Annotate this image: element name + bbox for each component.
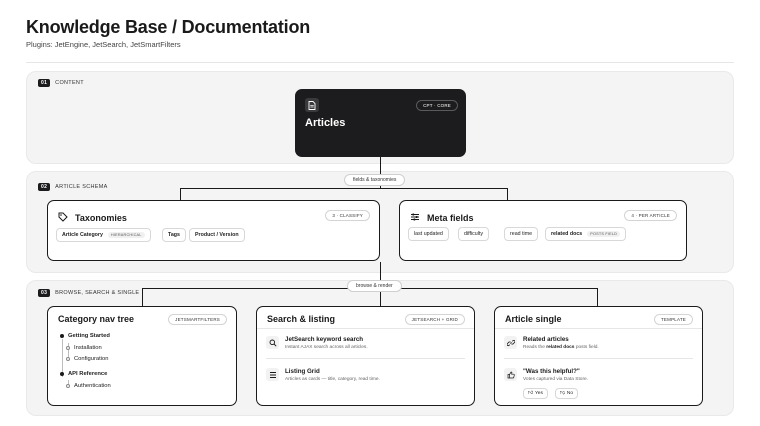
chip-label: related docs [551, 231, 583, 237]
category-nav-tree-node[interactable]: Category nav tree JETSMARTFILTERS Gettin… [47, 306, 237, 406]
page-subtitle: Plugins: JetEngine, JetSearch, JetSmartF… [26, 40, 181, 49]
header-divider [26, 62, 734, 63]
chip-label: Product / Version [195, 232, 239, 238]
taxonomies-node[interactable]: Taxonomies 3 · CLASSIFY Article Category… [47, 200, 380, 261]
thumbs-up-icon [504, 368, 517, 381]
tree-item-installation[interactable]: Installation [66, 345, 102, 351]
search-title: Search & listing [267, 314, 336, 324]
tree-item-label: Installation [74, 345, 102, 351]
article-single-node[interactable]: Article single TEMPLATE Related articles… [494, 306, 703, 406]
desc-text: Reads the [523, 345, 545, 350]
meta-fields-title: Meta fields [427, 213, 474, 223]
taxonomy-chip[interactable]: Product / Version [189, 228, 245, 242]
bullet-icon [66, 357, 70, 361]
tree-item-api-reference[interactable]: API Reference [60, 371, 107, 377]
tree-item-configuration[interactable]: Configuration [66, 356, 108, 362]
section-label: CONTENT [55, 80, 84, 86]
connector-line [142, 288, 144, 306]
single-title: Article single [505, 314, 562, 324]
chip-label: Article Category [62, 232, 103, 238]
chip-label: read time [510, 231, 533, 237]
section-number: 02 [38, 183, 51, 191]
divider [495, 328, 702, 329]
search-listing-node[interactable]: Search & listing JETSEARCH + GRID JetSea… [256, 306, 475, 406]
meta-chip[interactable]: related docs POSTS FIELD [545, 227, 627, 241]
search-badge: JETSEARCH + GRID [404, 314, 465, 325]
bullet-icon [60, 334, 64, 338]
taxonomy-chip[interactable]: Article Category HIERARCHICAL [56, 228, 151, 242]
bullet-icon [60, 372, 64, 376]
tree-item-label: Configuration [74, 356, 109, 362]
chip-tag: POSTS FIELD [587, 231, 621, 237]
meta-chip[interactable]: last updated [408, 227, 449, 241]
taxonomies-title: Taxonomies [75, 213, 127, 223]
vote-label: Yes [535, 391, 543, 396]
divider [504, 358, 693, 359]
feature-title: Listing Grid [285, 368, 320, 375]
feature-desc: Votes captured via Data Store. [523, 377, 589, 382]
connector-line [597, 288, 599, 306]
chip-tag: HIERARCHICAL [107, 232, 145, 238]
connector-line [180, 188, 182, 200]
section-number: 01 [38, 79, 51, 87]
articles-node[interactable]: Articles CPT · CORE [295, 89, 466, 157]
bullet-icon [66, 384, 70, 388]
meta-chip[interactable]: read time [504, 227, 539, 241]
divider [266, 358, 465, 359]
desc-text: posts field. [575, 345, 599, 350]
section-label: BROWSE, SEARCH & SINGLE [55, 290, 140, 296]
articles-title: Articles [305, 117, 346, 129]
nav-title: Category nav tree [58, 314, 135, 324]
desc-highlight: related docs [546, 345, 575, 350]
bullet-icon [66, 346, 70, 350]
thumbs-up-icon: 👍︎ [528, 391, 534, 396]
vote-yes-button[interactable]: 👍︎ Yes [523, 388, 548, 399]
edge-label-fields: fields & taxonomies [344, 174, 406, 186]
link-icon [504, 336, 517, 349]
chip-label: last updated [414, 231, 443, 237]
meta-fields-node[interactable]: Meta fields 4 · PER ARTICLE last updated… [399, 200, 687, 261]
vote-label: No [566, 391, 574, 396]
feature-title: Related articles [523, 336, 569, 343]
single-badge: TEMPLATE [653, 314, 693, 325]
list-icon [266, 368, 279, 381]
thumbs-down-icon: 👎︎ [560, 391, 565, 396]
tree-item-label: Getting Started [68, 333, 110, 339]
section-number: 03 [38, 289, 51, 297]
connector-line [507, 188, 509, 200]
feature-desc: Reads the related docs posts field. [523, 345, 599, 350]
tree-item-getting-started[interactable]: Getting Started [60, 333, 110, 339]
feature-title: "Was this helpful?" [523, 368, 580, 375]
taxonomy-chip[interactable]: Tags [162, 228, 186, 242]
tree-item-authentication[interactable]: Authentication [66, 383, 111, 389]
chip-label: difficulty [464, 231, 484, 237]
feature-title: JetSearch keyword search [285, 336, 364, 343]
articles-badge: CPT · CORE [416, 100, 458, 111]
tree-item-label: API Reference [68, 371, 108, 377]
meta-fields-badge: 4 · PER ARTICLE [624, 210, 677, 221]
feature-desc: Instant AJAX search across all articles. [285, 345, 368, 350]
document-icon [305, 98, 319, 112]
feature-desc: Articles as cards — title, category, rea… [285, 377, 380, 382]
nav-badge: JETSMARTFILTERS [168, 314, 227, 325]
meta-chip[interactable]: difficulty [458, 227, 490, 241]
vote-no-button[interactable]: 👎︎ No [555, 388, 579, 399]
sliders-icon [410, 209, 420, 227]
taxonomies-badge: 3 · CLASSIFY [325, 210, 370, 221]
divider [257, 328, 474, 329]
page-title: Knowledge Base / Documentation [26, 17, 311, 37]
section-label: ARTICLE SCHEMA [55, 184, 108, 190]
tree-item-label: Authentication [74, 383, 111, 389]
chip-label: Tags [168, 232, 180, 238]
tag-icon [58, 209, 68, 227]
search-icon [266, 336, 279, 349]
edge-label-browse: browse & render [347, 280, 402, 292]
connector-line [180, 188, 508, 190]
